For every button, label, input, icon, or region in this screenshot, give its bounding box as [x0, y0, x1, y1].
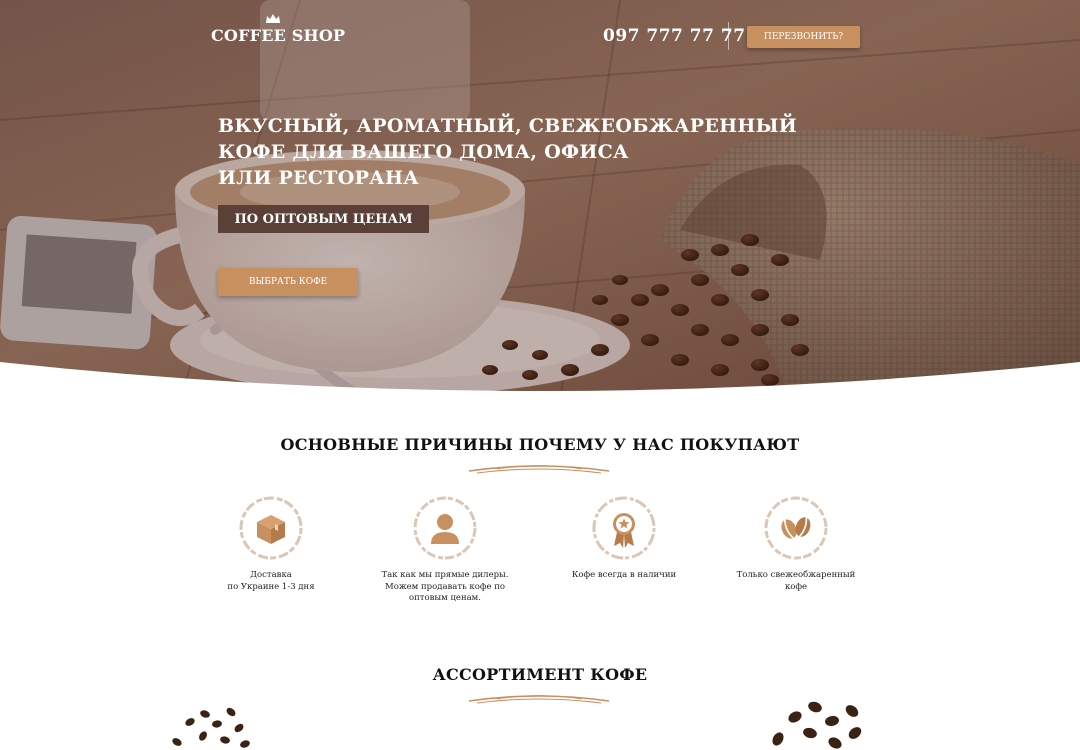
reason-line: Кофе всегда в наличии: [571, 570, 677, 580]
title-ornament: [468, 695, 610, 704]
medal-icon: [592, 496, 656, 560]
reason-item-delivery: Доставка по Украине 1-3 дня: [196, 494, 346, 604]
wholesale-price-badge: ПО ОПТОВЫМ ЦЕНАМ: [218, 205, 429, 233]
reasons-title: ОСНОВНЫЕ ПРИЧИНЫ ПОЧЕМУ У НАС ПОКУПАЮТ: [280, 435, 800, 454]
reason-line: кофе: [784, 581, 808, 592]
box-icon: [239, 496, 303, 560]
reason-line: оптовым ценам.: [408, 593, 481, 603]
choose-coffee-button[interactable]: ВЫБРАТЬ КОФЕ: [218, 268, 358, 296]
phone-number[interactable]: 097 777 77 77: [603, 26, 746, 46]
reason-text: Только свежеобжаренный кофе: [721, 570, 871, 593]
reason-item-dealers: Так как мы прямые дилеры. Можем продават…: [370, 494, 520, 604]
header-divider: [728, 22, 729, 50]
reason-line: Только свежеобжаренный: [736, 570, 856, 580]
coffee-beans-decoration-left: [172, 707, 250, 748]
hero-background-image: [0, 0, 1080, 400]
reason-item-fresh-roasted: Только свежеобжаренный кофе: [721, 494, 871, 604]
reason-text: Так как мы прямые дилеры. Можем продават…: [370, 570, 520, 605]
reason-line: Так как мы прямые дилеры.: [381, 570, 509, 580]
logo-text: COFFEE SHOP: [211, 26, 346, 45]
hero-title-line: ИЛИ РЕСТОРАНА: [218, 167, 419, 189]
callback-button[interactable]: ПЕРЕЗВОНИТЬ?: [747, 26, 860, 48]
hero-section: COFFEE SHOP 097 777 77 77 ПЕРЕЗВОНИТЬ? В…: [0, 0, 1080, 400]
title-ornament: [468, 465, 610, 474]
hero-title: ВКУСНЫЙ, АРОМАТНЫЙ, СВЕЖЕОБЖАРЕННЫЙ КОФЕ…: [218, 113, 797, 191]
logo[interactable]: COFFEE SHOP: [211, 14, 345, 50]
reason-line: Доставка: [250, 570, 292, 580]
reason-text: Доставка по Украине 1-3 дня: [196, 570, 346, 593]
reason-text: Кофе всегда в наличии: [549, 570, 699, 582]
person-icon: [413, 496, 477, 560]
assortment-title: АССОРТИМЕНТ КОФЕ: [432, 665, 648, 684]
reason-line: по Украине 1-3 дня: [227, 581, 315, 592]
reason-item-in-stock: Кофе всегда в наличии: [549, 494, 699, 604]
coffee-beans-icon: [764, 496, 828, 560]
hero-title-line: КОФЕ ДЛЯ ВАШЕГО ДОМА, ОФИСА: [218, 141, 629, 163]
reason-line: Можем продавать кофе по: [385, 581, 505, 592]
coffee-beans-decoration-right: [772, 701, 862, 749]
hero-title-line: ВКУСНЫЙ, АРОМАТНЫЙ, СВЕЖЕОБЖАРЕННЫЙ: [218, 115, 797, 137]
crown-icon: [266, 14, 280, 23]
